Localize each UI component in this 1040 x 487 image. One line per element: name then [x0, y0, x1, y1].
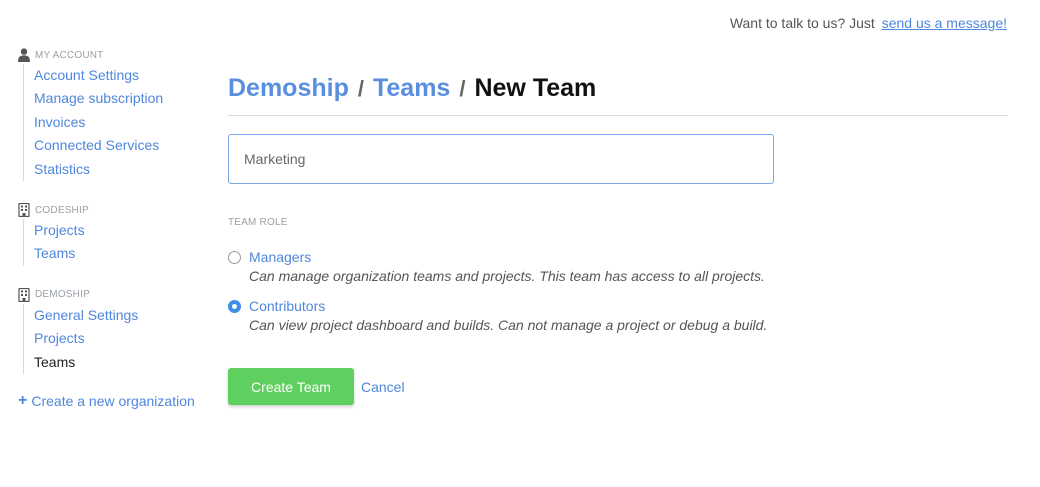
sidebar-item-manage-subscription[interactable]: Manage subscription — [34, 87, 218, 110]
sidebar-item-codeship-projects[interactable]: Projects — [34, 219, 218, 242]
sidebar-group-header: DEMOSHIP — [18, 286, 218, 304]
sidebar-group-codeship: CODESHIP Projects Teams — [18, 201, 218, 266]
managers-radio[interactable] — [228, 251, 241, 264]
send-message-link[interactable]: send us a message! — [882, 15, 1007, 31]
sidebar: MY ACCOUNT Account Settings Manage subsc… — [18, 46, 218, 410]
sidebar-group-header: CODESHIP — [18, 201, 218, 219]
role-option-description: Can view project dashboard and builds. C… — [249, 316, 768, 333]
help-line: Want to talk to us? Just send us a messa… — [730, 15, 1007, 31]
sidebar-group-items: Projects Teams — [23, 219, 218, 266]
contributors-radio[interactable] — [228, 299, 241, 313]
role-option-contributors[interactable]: Contributors Can view project dashboard … — [228, 297, 788, 336]
sidebar-item-demoship-teams[interactable]: Teams — [34, 351, 218, 374]
building-icon — [18, 287, 30, 302]
page: Want to talk to us? Just send us a messa… — [0, 0, 1040, 487]
sidebar-group-demoship: DEMOSHIP General Settings Projects Teams — [18, 286, 218, 375]
role-option-title[interactable]: Managers — [249, 248, 788, 267]
create-organization-link[interactable]: + Create a new organization — [18, 392, 218, 410]
sidebar-item-invoices[interactable]: Invoices — [34, 111, 218, 134]
breadcrumb-org-link[interactable]: Demoship — [228, 74, 349, 102]
sidebar-group-items: Account Settings Manage subscription Inv… — [23, 64, 218, 182]
role-option-managers[interactable]: Managers Can manage organization teams a… — [228, 248, 788, 287]
page-title: New Team — [474, 74, 597, 102]
role-option-description: Can manage organization teams and projec… — [249, 268, 765, 284]
sidebar-item-statistics[interactable]: Statistics — [34, 158, 218, 181]
sidebar-group-title: CODESHIP — [35, 204, 89, 216]
building-icon — [18, 203, 30, 218]
plus-icon: + — [18, 392, 28, 410]
breadcrumb-teams-link[interactable]: Teams — [373, 74, 450, 102]
sidebar-group-header: MY ACCOUNT — [18, 46, 218, 64]
sidebar-item-connected-services[interactable]: Connected Services — [34, 134, 218, 157]
sidebar-group-title: MY ACCOUNT — [35, 49, 104, 61]
sidebar-item-demoship-projects[interactable]: Projects — [34, 327, 218, 350]
main-content: Demoship / Teams / New Team TEAM ROLE Manage… — [228, 70, 1008, 405]
sidebar-group-items: General Settings Projects Teams — [23, 303, 218, 375]
sidebar-item-general-settings[interactable]: General Settings — [34, 304, 218, 327]
breadcrumb: Demoship / Teams / New Team — [228, 70, 1008, 116]
role-option-title[interactable]: Contributors — [249, 297, 788, 316]
breadcrumb-separator: / — [459, 76, 466, 101]
breadcrumb-separator: / — [357, 76, 364, 101]
team-role-label: TEAM ROLE — [228, 217, 288, 228]
sidebar-group-my-account: MY ACCOUNT Account Settings Manage subsc… — [18, 46, 218, 182]
create-team-button[interactable]: Create Team — [228, 368, 354, 405]
sidebar-item-codeship-teams[interactable]: Teams — [34, 242, 218, 265]
form-actions: Create Team Cancel — [228, 368, 1008, 405]
team-name-input[interactable] — [228, 134, 774, 184]
user-icon — [18, 48, 30, 62]
sidebar-item-account-settings[interactable]: Account Settings — [34, 64, 218, 87]
sidebar-group-title: DEMOSHIP — [35, 289, 90, 301]
create-organization-label: Create a new organization — [31, 393, 195, 410]
cancel-link[interactable]: Cancel — [361, 379, 405, 395]
help-text: Want to talk to us? Just — [729, 15, 875, 31]
